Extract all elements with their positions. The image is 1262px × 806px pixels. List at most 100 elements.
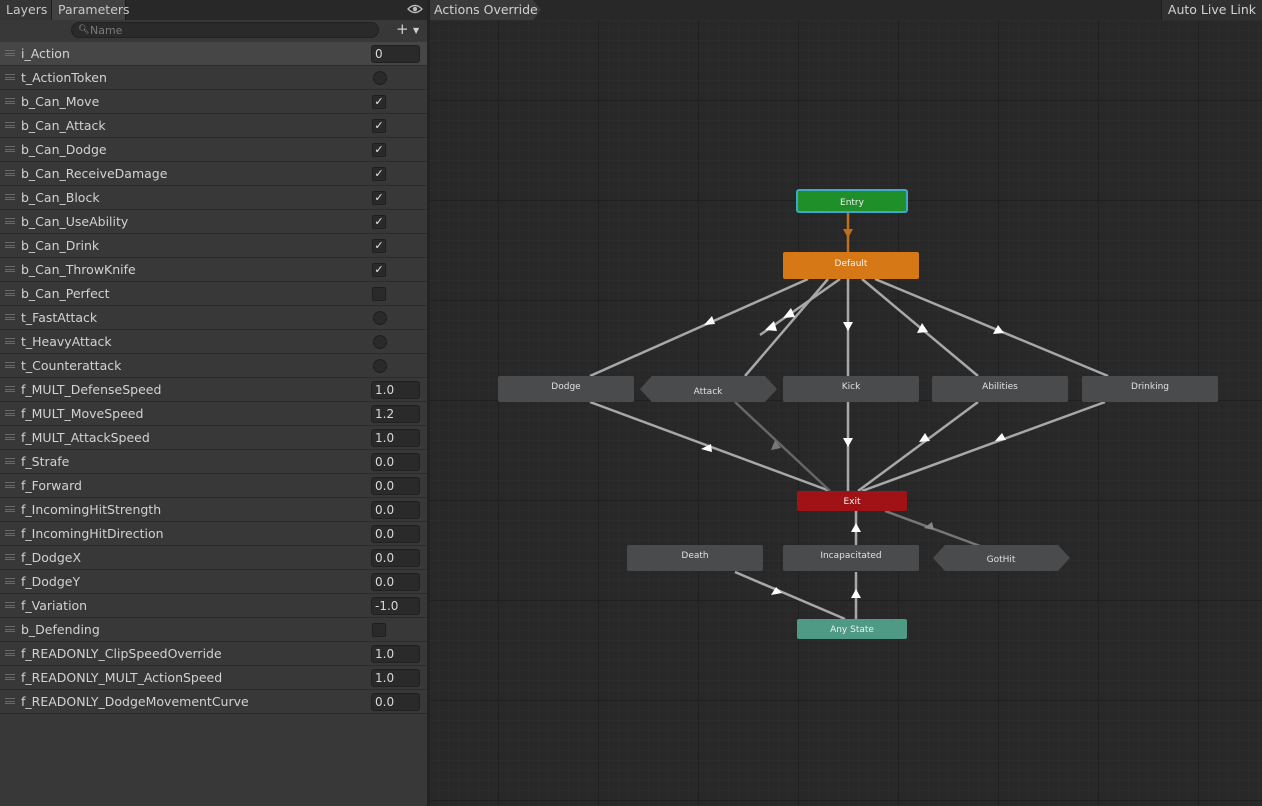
parameter-value-field[interactable]: -1.0 (371, 597, 420, 615)
drag-handle-icon[interactable] (5, 554, 15, 560)
parameter-value-field[interactable]: 1.0 (371, 381, 420, 399)
parameter-row[interactable]: b_Can_ThrowKnife ✓ (0, 258, 427, 282)
parameter-row[interactable]: f_Strafe 0.0 (0, 450, 427, 474)
parameter-row[interactable]: f_DodgeY 0.0 (0, 570, 427, 594)
state-default[interactable]: Default (783, 252, 919, 279)
drag-handle-icon[interactable] (5, 290, 15, 296)
parameter-value-field[interactable]: 0.0 (371, 573, 420, 591)
parameter-row[interactable]: f_READONLY_ClipSpeedOverride 1.0 (0, 642, 427, 666)
parameter-row[interactable]: f_MULT_DefenseSpeed 1.0 (0, 378, 427, 402)
drag-handle-icon[interactable] (5, 482, 15, 488)
parameter-checkbox[interactable]: ✓ (372, 191, 386, 205)
parameter-trigger-toggle[interactable] (373, 359, 387, 373)
search-field[interactable]: 🔍︎ (71, 22, 379, 38)
parameter-row[interactable]: t_FastAttack (0, 306, 427, 330)
parameter-row[interactable]: f_MULT_AttackSpeed 1.0 (0, 426, 427, 450)
drag-handle-icon[interactable] (5, 674, 15, 680)
state-drinking[interactable]: Drinking (1082, 376, 1218, 402)
drag-handle-icon[interactable] (5, 122, 15, 128)
parameter-value-field[interactable]: 0.0 (371, 549, 420, 567)
parameter-trigger-toggle[interactable] (373, 311, 387, 325)
parameter-row[interactable]: b_Can_Move ✓ (0, 90, 427, 114)
parameter-row[interactable]: b_Defending (0, 618, 427, 642)
drag-handle-icon[interactable] (5, 242, 15, 248)
state-kick[interactable]: Kick (783, 376, 919, 402)
parameter-row[interactable]: b_Can_Perfect (0, 282, 427, 306)
parameter-value-field[interactable]: 0 (371, 45, 420, 63)
parameter-row[interactable]: t_Counterattack (0, 354, 427, 378)
parameter-row[interactable]: b_Can_Attack ✓ (0, 114, 427, 138)
tab-parameters[interactable]: Parameters (52, 0, 130, 20)
parameter-checkbox[interactable]: ✓ (372, 239, 386, 253)
parameter-value-field[interactable]: 0.0 (371, 453, 420, 471)
parameter-row[interactable]: f_IncomingHitDirection 0.0 (0, 522, 427, 546)
parameter-value-field[interactable]: 1.0 (371, 645, 420, 663)
drag-handle-icon[interactable] (5, 698, 15, 704)
state-any-state[interactable]: Any State (797, 619, 907, 639)
drag-handle-icon[interactable] (5, 338, 15, 344)
parameter-row[interactable]: b_Can_Dodge ✓ (0, 138, 427, 162)
drag-handle-icon[interactable] (5, 386, 15, 392)
drag-handle-icon[interactable] (5, 458, 15, 464)
parameter-checkbox[interactable]: ✓ (372, 167, 386, 181)
parameter-checkbox[interactable]: ✓ (372, 263, 386, 277)
state-dodge[interactable]: Dodge (498, 376, 634, 402)
search-input[interactable] (90, 23, 370, 37)
drag-handle-icon[interactable] (5, 578, 15, 584)
parameter-row[interactable]: f_Forward 0.0 (0, 474, 427, 498)
parameter-row[interactable]: f_IncomingHitStrength 0.0 (0, 498, 427, 522)
parameter-row[interactable]: f_DodgeX 0.0 (0, 546, 427, 570)
state-entry[interactable]: Entry (796, 189, 908, 213)
state-attack[interactable]: Attack (640, 376, 777, 402)
drag-handle-icon[interactable] (5, 410, 15, 416)
add-parameter-button[interactable]: + ▼ (396, 22, 424, 38)
drag-handle-icon[interactable] (5, 530, 15, 536)
state-death[interactable]: Death (627, 545, 763, 571)
drag-handle-icon[interactable] (5, 314, 15, 320)
drag-handle-icon[interactable] (5, 602, 15, 608)
parameter-row[interactable]: t_HeavyAttack (0, 330, 427, 354)
drag-handle-icon[interactable] (5, 170, 15, 176)
parameter-row[interactable]: f_READONLY_MULT_ActionSpeed 1.0 (0, 666, 427, 690)
state-exit[interactable]: Exit (797, 491, 907, 511)
tab-layers[interactable]: Layers (0, 0, 52, 20)
parameter-checkbox[interactable]: ✓ (372, 215, 386, 229)
eye-icon[interactable] (407, 3, 423, 17)
parameter-checkbox[interactable] (372, 623, 386, 637)
drag-handle-icon[interactable] (5, 650, 15, 656)
parameter-row[interactable]: f_READONLY_DodgeMovementCurve 0.0 (0, 690, 427, 714)
parameter-row[interactable]: b_Can_Block ✓ (0, 186, 427, 210)
drag-handle-icon[interactable] (5, 362, 15, 368)
parameter-row[interactable]: t_ActionToken (0, 66, 427, 90)
parameter-row[interactable]: i_Action 0 (0, 42, 427, 66)
parameter-checkbox[interactable] (372, 287, 386, 301)
parameter-checkbox[interactable]: ✓ (372, 119, 386, 133)
drag-handle-icon[interactable] (5, 74, 15, 80)
parameter-row[interactable]: b_Can_Drink ✓ (0, 234, 427, 258)
parameter-trigger-toggle[interactable] (373, 335, 387, 349)
parameter-trigger-toggle[interactable] (373, 71, 387, 85)
parameter-row[interactable]: b_Can_ReceiveDamage ✓ (0, 162, 427, 186)
drag-handle-icon[interactable] (5, 626, 15, 632)
drag-handle-icon[interactable] (5, 98, 15, 104)
state-abilities[interactable]: Abilities (932, 376, 1068, 402)
drag-handle-icon[interactable] (5, 194, 15, 200)
state-incapacitated[interactable]: Incapacitated (783, 545, 919, 571)
parameter-value-field[interactable]: 0.0 (371, 477, 420, 495)
parameter-checkbox[interactable]: ✓ (372, 143, 386, 157)
state-machine-graph[interactable]: Entry Default Dodge Attack Kick Abilitie… (430, 20, 1262, 806)
drag-handle-icon[interactable] (5, 434, 15, 440)
parameter-value-field[interactable]: 1.0 (371, 669, 420, 687)
parameter-value-field[interactable]: 1.2 (371, 405, 420, 423)
drag-handle-icon[interactable] (5, 146, 15, 152)
drag-handle-icon[interactable] (5, 506, 15, 512)
parameter-checkbox[interactable]: ✓ (372, 95, 386, 109)
drag-handle-icon[interactable] (5, 266, 15, 272)
drag-handle-icon[interactable] (5, 50, 15, 56)
drag-handle-icon[interactable] (5, 218, 15, 224)
breadcrumb[interactable]: Actions Override (430, 0, 548, 20)
parameter-value-field[interactable]: 0.0 (371, 501, 420, 519)
parameter-value-field[interactable]: 0.0 (371, 525, 420, 543)
parameter-value-field[interactable]: 0.0 (371, 693, 420, 711)
parameter-value-field[interactable]: 1.0 (371, 429, 420, 447)
